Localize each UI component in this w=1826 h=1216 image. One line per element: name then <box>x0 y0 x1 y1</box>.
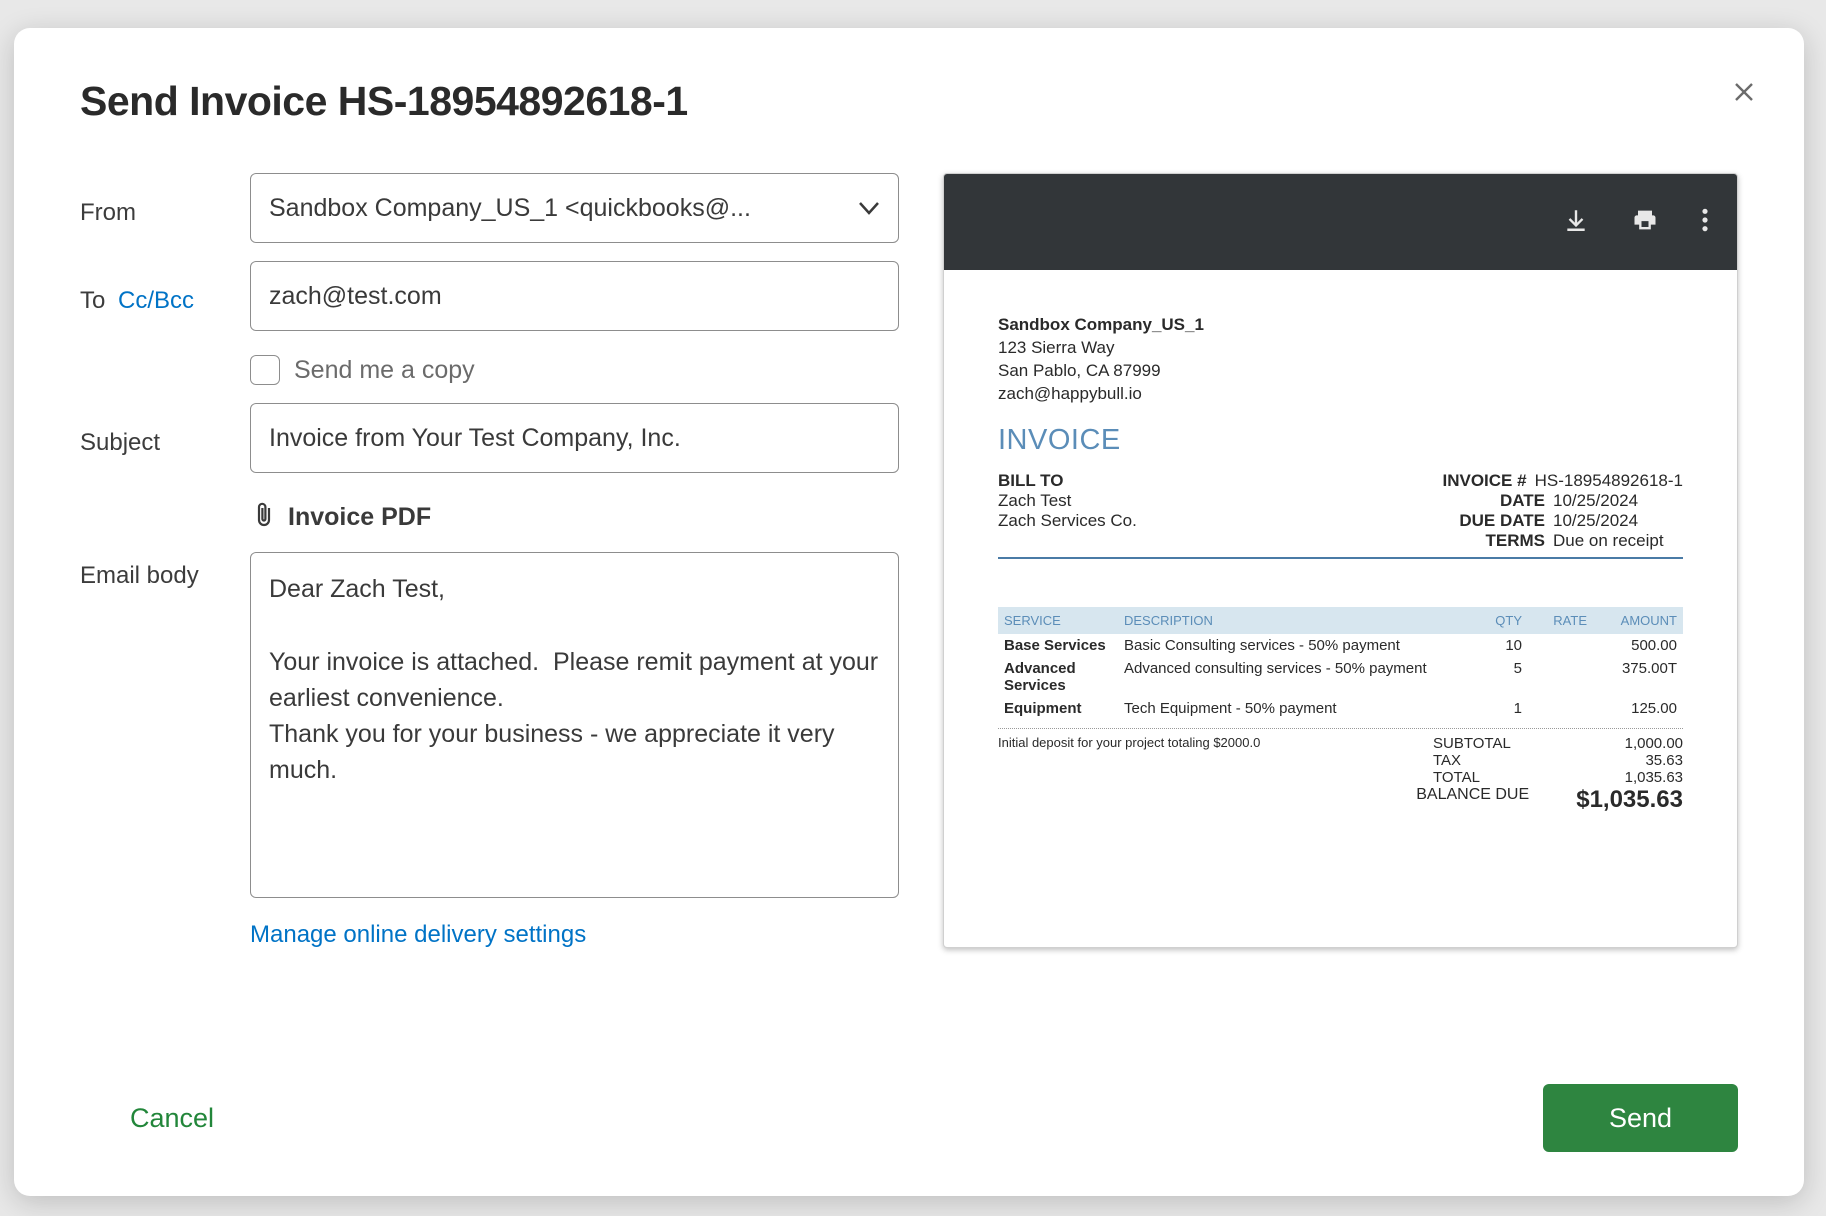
from-label: From <box>80 189 250 227</box>
more-icon[interactable] <box>1701 207 1709 238</box>
deposit-note: Initial deposit for your project totalin… <box>998 735 1260 814</box>
preview-email: zach@happybull.io <box>998 383 1683 406</box>
paperclip-icon <box>252 501 276 534</box>
line-items-table: SERVICE DESCRIPTION QTY RATE AMOUNT Base… <box>998 607 1683 720</box>
to-label: To Cc/Bcc <box>80 277 250 315</box>
ccbcc-link[interactable]: Cc/Bcc <box>118 287 194 314</box>
divider <box>998 557 1683 559</box>
email-body-textarea[interactable] <box>250 552 899 898</box>
invoice-preview: Sandbox Company_US_1 123 Sierra Way San … <box>943 173 1738 948</box>
close-icon <box>1732 80 1756 104</box>
from-select[interactable]: Sandbox Company_US_1 <quickbooks@... <box>250 173 899 243</box>
cancel-button[interactable]: Cancel <box>80 1103 214 1134</box>
table-row: Base Services Basic Consulting services … <box>998 634 1683 657</box>
preview-toolbar <box>944 174 1737 270</box>
subject-label: Subject <box>80 419 250 457</box>
send-copy-label: Send me a copy <box>294 356 475 385</box>
to-input[interactable]: zach@test.com <box>250 261 899 331</box>
download-icon[interactable] <box>1563 207 1589 238</box>
print-icon[interactable] <box>1631 206 1659 239</box>
billto-company: Zach Services Co. <box>998 511 1137 531</box>
table-row: Advanced Services Advanced consulting se… <box>998 657 1683 697</box>
send-invoice-modal: Send Invoice HS-18954892618-1 From Sandb… <box>14 28 1804 1196</box>
body-label: Email body <box>80 552 250 590</box>
invoice-title: INVOICE <box>998 424 1683 457</box>
close-button[interactable] <box>1724 72 1764 112</box>
email-form: From Sandbox Company_US_1 <quickbooks@..… <box>80 173 899 967</box>
preview-addr2: San Pablo, CA 87999 <box>998 360 1683 383</box>
manage-delivery-link[interactable]: Manage online delivery settings <box>250 921 586 949</box>
modal-title: Send Invoice HS-18954892618-1 <box>80 78 1738 125</box>
attachment-label: Invoice PDF <box>288 503 431 532</box>
billto-label: BILL TO <box>998 471 1137 491</box>
send-button[interactable]: Send <box>1543 1084 1738 1152</box>
modal-footer: Cancel Send <box>80 1084 1738 1152</box>
billto-name: Zach Test <box>998 491 1137 511</box>
preview-addr1: 123 Sierra Way <box>998 337 1683 360</box>
subject-input[interactable]: Invoice from Your Test Company, Inc. <box>250 403 899 473</box>
preview-company-name: Sandbox Company_US_1 <box>998 314 1683 337</box>
send-copy-checkbox[interactable] <box>250 355 280 385</box>
table-row: Equipment Tech Equipment - 50% payment 1… <box>998 697 1683 720</box>
preview-document: Sandbox Company_US_1 123 Sierra Way San … <box>944 270 1737 834</box>
from-value: Sandbox Company_US_1 <quickbooks@... <box>269 194 751 223</box>
chevron-down-icon <box>858 195 880 221</box>
